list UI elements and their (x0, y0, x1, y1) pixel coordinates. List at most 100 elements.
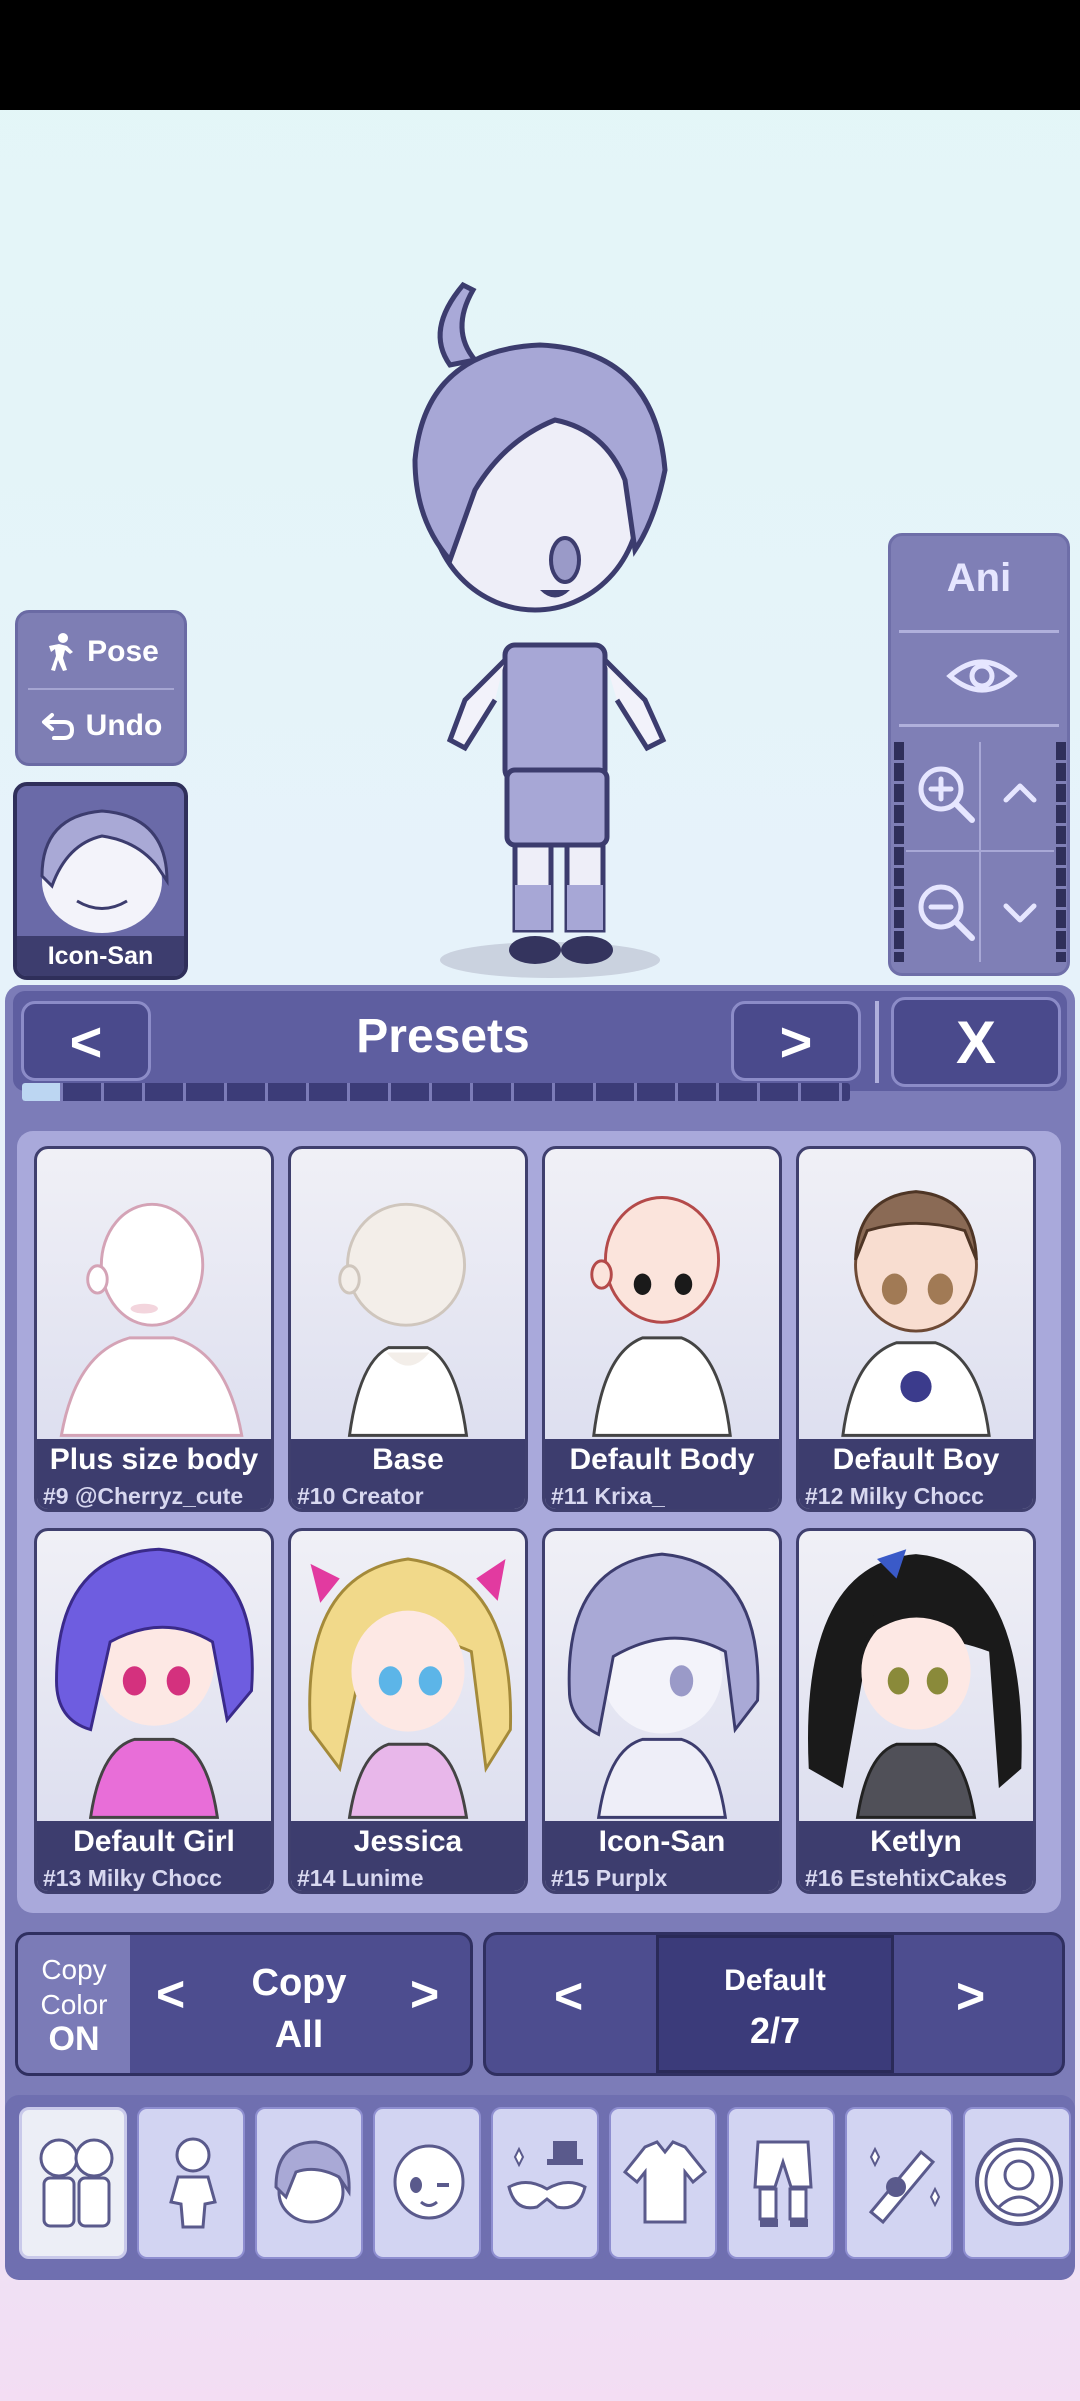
preset-set-bar: < Default 2/7 > (483, 1932, 1065, 2076)
zoom-in-icon[interactable] (914, 762, 978, 826)
preset-thumbnail (338, 1202, 469, 1437)
category-tab-tops[interactable] (609, 2107, 717, 2259)
preset-credit: #13 Milky Chocc (37, 1863, 271, 1891)
category-tab-accessories[interactable] (491, 2107, 599, 2259)
preset-page-progress-fill (22, 1083, 64, 1101)
preset-thumbnail (567, 1552, 760, 1819)
pose-undo-panel: Pose Undo (15, 610, 187, 766)
preset-thumbnail (841, 1190, 991, 1437)
face-icon (393, 2144, 465, 2220)
undo-button[interactable]: Undo (18, 689, 184, 763)
props-icon (868, 2146, 941, 2225)
presets-header: < Presets > X (13, 991, 1067, 1091)
eye-icon[interactable] (946, 648, 1018, 704)
copy-color-label-line1: Copy (41, 1953, 107, 1985)
preset-set-count: 2/7 (749, 2010, 801, 2051)
camera-divider (979, 742, 981, 962)
preset-credit: #9 @Cherryz_cute (37, 1481, 271, 1509)
preset-credit: #16 EstehtixCakes (799, 1863, 1033, 1891)
copy-color-toggle[interactable]: Copy Color ON (18, 1935, 130, 2073)
camera-scroll-track[interactable] (1056, 742, 1066, 962)
category-tab-profile[interactable] (963, 2107, 1071, 2259)
character-slot[interactable]: Icon-San (13, 782, 188, 980)
zoom-controls (894, 732, 1066, 968)
preset-set-prev-button[interactable]: < (554, 1967, 583, 2025)
preset-set-name: Default (724, 1964, 826, 1997)
hair-icon (274, 2140, 351, 2224)
ani-button[interactable]: Ani (891, 556, 1067, 601)
shirt-icon (622, 2140, 708, 2224)
copy-color-label-line2: Color (40, 1988, 108, 2020)
preset-name: Icon-San (545, 1821, 779, 1863)
preset-card[interactable]: Default Boy #12 Milky Chocc (796, 1146, 1036, 1512)
preset-credit: #10 Creator (291, 1481, 525, 1509)
preset-set-display: Default 2/7 (656, 1935, 894, 2073)
preset-card[interactable]: Icon-San #15 Purplx (542, 1528, 782, 1894)
preset-thumbnail (55, 1547, 254, 1819)
category-tab-body[interactable] (137, 2107, 245, 2259)
pants-icon (753, 2140, 813, 2227)
body-icon (169, 2137, 217, 2229)
preset-card[interactable]: Plus size body #9 @Cherryz_cute (34, 1146, 274, 1512)
zoom-out-icon[interactable] (914, 880, 978, 944)
undo-icon (41, 713, 74, 740)
preset-name: Default Body (545, 1439, 779, 1481)
chevron-up-icon[interactable] (996, 772, 1044, 812)
copy-bar: Copy Color ON < Copy All > (15, 1932, 473, 2076)
preset-set-next-button[interactable]: > (956, 1967, 985, 2025)
preset-thumbnail (808, 1549, 1022, 1819)
close-button[interactable]: X (891, 997, 1061, 1087)
preset-name: Default Girl (37, 1821, 271, 1863)
preset-page-progress[interactable] (22, 1083, 850, 1101)
preset-credit: #11 Krixa_ (545, 1481, 779, 1509)
copy-color-state: ON (48, 2019, 100, 2058)
preset-credit: #12 Milky Chocc (799, 1481, 1033, 1509)
accessory-icon (507, 2141, 587, 2210)
pose-label: Pose (87, 635, 159, 668)
stage-character[interactable] (355, 270, 725, 990)
category-tab-props[interactable] (845, 2107, 953, 2259)
copy-all-button[interactable]: Copy All (194, 1957, 404, 2061)
category-tab-bottoms[interactable] (727, 2107, 835, 2259)
preset-thumbnail (308, 1557, 513, 1819)
next-preset-page-button[interactable]: > (731, 1001, 861, 1081)
header-divider (875, 1001, 879, 1083)
preset-card[interactable]: Default Girl #13 Milky Chocc (34, 1528, 274, 1894)
character-slot-name: Icon-San (17, 936, 184, 976)
preset-card[interactable]: Default Body #11 Krixa_ (542, 1146, 782, 1512)
category-bar (5, 2095, 1075, 2280)
camera-divider (899, 724, 1059, 727)
camera-panel: Ani (888, 533, 1070, 976)
category-tab-hair[interactable] (255, 2107, 363, 2259)
preset-card[interactable]: Jessica #14 Lunime (288, 1528, 528, 1894)
preset-name: Jessica (291, 1821, 525, 1863)
pose-button[interactable]: Pose (18, 615, 184, 689)
copy-all-line1: Copy (251, 1962, 347, 2004)
chevron-down-icon[interactable] (996, 894, 1044, 934)
preset-name: Default Boy (799, 1439, 1033, 1481)
presets-title: Presets (356, 1010, 530, 1063)
preset-card[interactable]: Base #10 Creator (288, 1146, 528, 1512)
camera-divider (906, 850, 1054, 852)
preset-thumbnail (59, 1202, 244, 1437)
status-bar (0, 0, 1080, 110)
preset-thumbnail (590, 1196, 732, 1437)
preset-credit: #15 Purplx (545, 1863, 779, 1891)
copy-mode-next-button[interactable]: > (410, 1965, 439, 2023)
category-tab-face[interactable] (373, 2107, 481, 2259)
prev-preset-page-button[interactable]: < (21, 1001, 151, 1081)
profile-icon (975, 2138, 1063, 2226)
copy-all-line2: All (274, 2014, 324, 2056)
presets-icon (39, 2138, 114, 2228)
camera-divider (899, 630, 1059, 633)
preset-name: Ketlyn (799, 1821, 1033, 1863)
preset-grid: Plus size body #9 @Cherryz_cute Base #10… (17, 1131, 1061, 1913)
preset-card[interactable]: Ketlyn #16 EstehtixCakes (796, 1528, 1036, 1894)
camera-scroll-track[interactable] (894, 742, 904, 962)
preset-credit: #14 Lunime (291, 1863, 525, 1891)
undo-label: Undo (85, 709, 163, 742)
preset-name: Plus size body (37, 1439, 271, 1481)
pose-icon (49, 633, 74, 671)
category-tab-presets[interactable] (19, 2107, 127, 2259)
copy-mode-prev-button[interactable]: < (156, 1965, 185, 2023)
